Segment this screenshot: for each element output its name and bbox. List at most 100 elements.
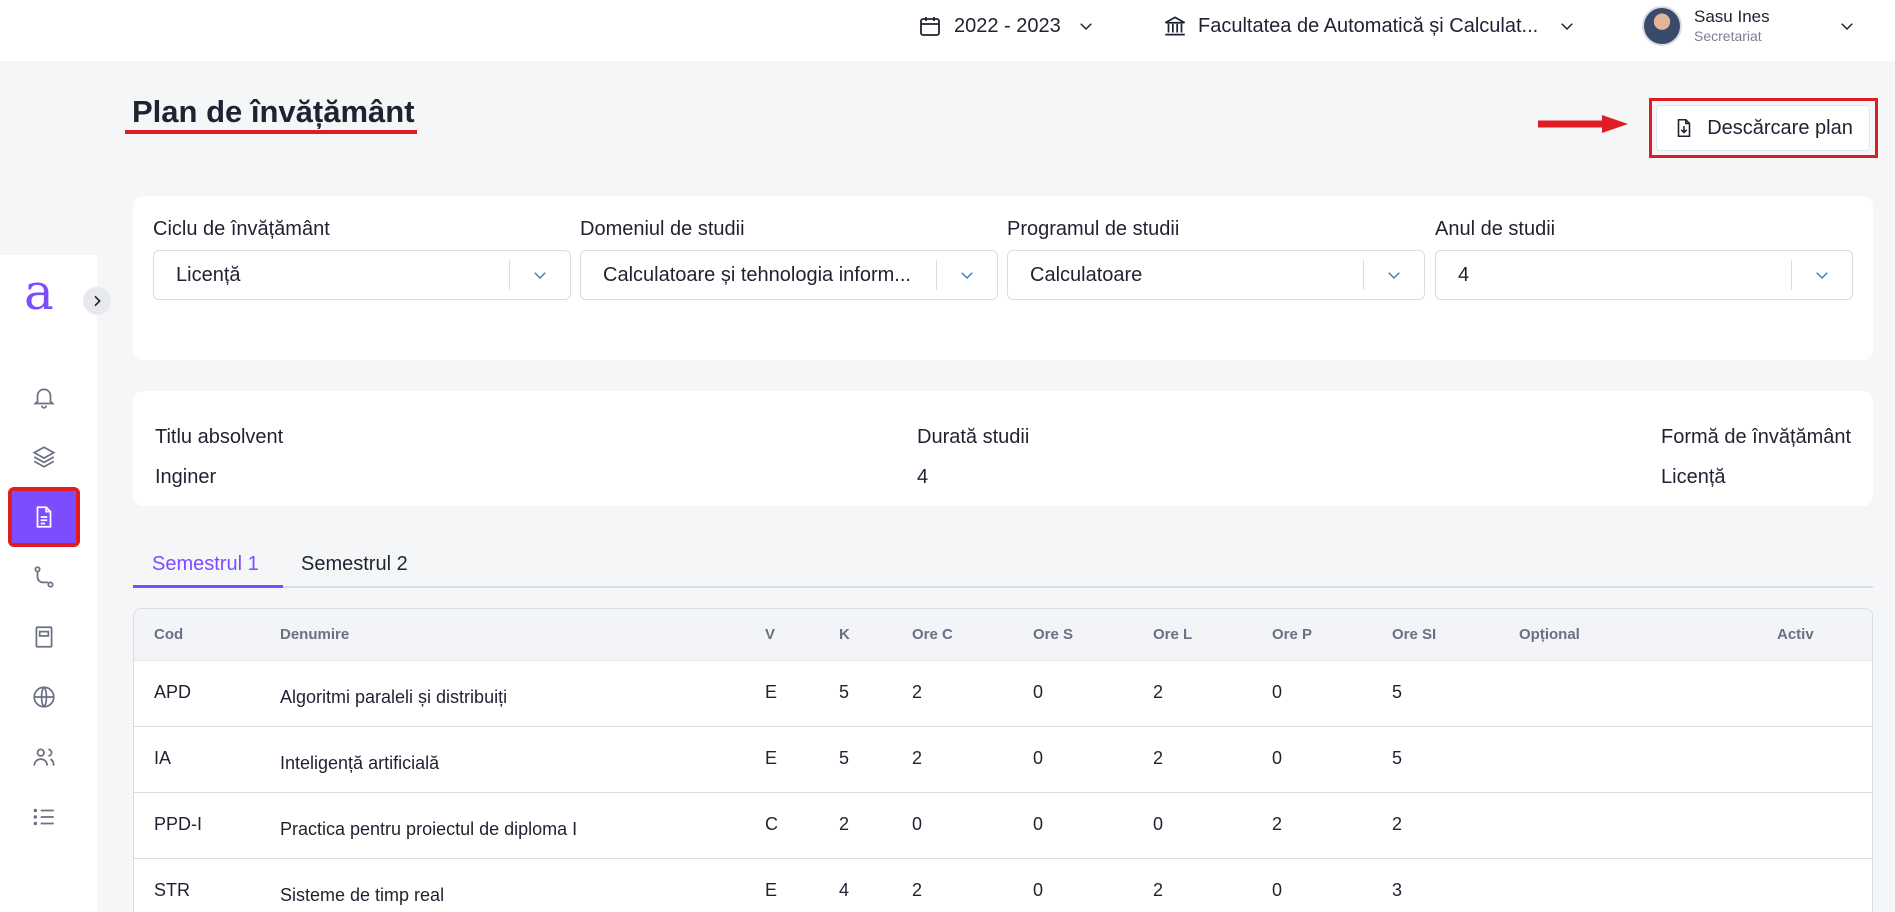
- cell-hours-seminar: 0: [1033, 814, 1044, 834]
- table-row[interactable]: IA Inteligență artificială E 5 2 0 2 0 5: [134, 727, 1872, 793]
- semester-tabs: Semestrul 1 Semestrul 2: [133, 540, 1873, 588]
- column-header[interactable]: Activ: [1777, 609, 1814, 661]
- cell-hours-project: 0: [1272, 682, 1283, 702]
- info-graduate-title: Titlu absolvent Inginer: [155, 417, 283, 497]
- chevron-down-icon: [1816, 272, 1828, 280]
- user-menu[interactable]: Sasu Ines Secretariat: [1642, 0, 1856, 52]
- cell-course-name: Practica pentru proiectul de diploma I: [280, 819, 578, 839]
- select-value: Calculatoare și tehnologia inform...: [603, 263, 911, 286]
- user-name: Sasu Ines: [1694, 7, 1770, 27]
- filter-label: Anul de studii: [1435, 218, 1556, 240]
- info-value: Licență: [1661, 466, 1726, 488]
- column-header[interactable]: Ore P: [1272, 609, 1312, 661]
- page-title: Plan de învățământ: [132, 94, 415, 129]
- chevron-right-icon: [94, 295, 101, 307]
- sidebar-item-study-plan[interactable]: [8, 487, 80, 547]
- cell-hours-course: 0: [912, 814, 923, 834]
- info-value: Inginer: [155, 466, 217, 488]
- file-download-icon: [1677, 118, 1691, 138]
- sidebar-item-notifications[interactable]: [12, 371, 76, 423]
- program-select[interactable]: Calculatoare: [1007, 250, 1425, 300]
- chevron-down-icon: [1388, 272, 1400, 280]
- column-header[interactable]: Opțional: [1519, 609, 1580, 661]
- column-header[interactable]: Cod: [154, 609, 183, 661]
- calendar-icon: [920, 17, 940, 36]
- academic-year-selector[interactable]: 2022 - 2023: [918, 0, 1095, 52]
- cell-hours-lab: 2: [1153, 748, 1164, 768]
- cell-evaluation: C: [765, 814, 778, 834]
- cell-hours-lab: 0: [1153, 814, 1164, 834]
- select-value: 4: [1458, 263, 1470, 286]
- column-header[interactable]: Ore L: [1153, 609, 1192, 661]
- cell-credits: 5: [839, 682, 850, 702]
- faculty-label: Facultatea de Automatică și Calculat...: [1198, 14, 1539, 37]
- layers-icon: [32, 446, 56, 468]
- download-plan-label: Descărcare plan: [1707, 116, 1853, 139]
- cell-evaluation: E: [765, 682, 778, 702]
- column-header[interactable]: V: [765, 609, 775, 661]
- top-bar: 2022 - 2023 Facultatea de Automatică și …: [0, 0, 1895, 61]
- column-header[interactable]: Ore S: [1033, 609, 1073, 661]
- column-header[interactable]: K: [839, 609, 850, 661]
- cell-hours-project: 0: [1272, 880, 1283, 900]
- select-value: Licență: [176, 263, 241, 286]
- faculty-selector[interactable]: Facultatea de Automatică și Calculat...: [1162, 0, 1576, 52]
- table-header: Cod Denumire V K Ore C Ore S Ore L Ore P…: [134, 609, 1872, 661]
- cell-course-name: Algoritmi paraleli și distribuiți: [280, 687, 508, 707]
- chevron-down-icon: [534, 272, 546, 280]
- table-row[interactable]: PPD-I Practica pentru proiectul de diplom…: [134, 793, 1872, 859]
- filter-label: Programul de studii: [1007, 218, 1180, 240]
- sidebar-collapse-button[interactable]: [83, 287, 111, 315]
- column-header[interactable]: Ore C: [912, 609, 953, 661]
- cell-credits: 5: [839, 748, 850, 768]
- tab-semester-1[interactable]: Semestrul 1: [152, 540, 259, 588]
- cell-course-code: PPD-I: [154, 814, 203, 834]
- sidebar-item-routes[interactable]: [12, 551, 76, 603]
- select-caret[interactable]: [937, 251, 997, 299]
- active-tab-indicator: [133, 585, 283, 588]
- chevron-down-icon: [1079, 23, 1092, 31]
- cell-hours-project: 0: [1272, 748, 1283, 768]
- sidebar-item-list[interactable]: [12, 791, 76, 843]
- filter-cycle: Ciclu de învățământ Licență: [153, 218, 571, 300]
- select-value: Calculatoare: [1030, 263, 1143, 286]
- annotation-arrow-icon: [1538, 115, 1628, 133]
- tab-semester-2[interactable]: Semestrul 2: [301, 540, 408, 588]
- info-label: Titlu absolvent: [155, 426, 284, 448]
- filters-card: Ciclu de învățământ Licență Domeniul de …: [133, 196, 1873, 360]
- download-plan-button[interactable]: Descărcare plan: [1656, 105, 1870, 151]
- cell-course-code: APD: [154, 682, 192, 702]
- cell-course-code: STR: [154, 880, 190, 900]
- domain-select[interactable]: Calculatoare și tehnologia inform...: [580, 250, 998, 300]
- bell-icon: [33, 388, 55, 409]
- chevron-down-icon: [961, 272, 973, 280]
- cycle-select[interactable]: Licență: [153, 250, 571, 300]
- select-caret[interactable]: [1792, 251, 1852, 299]
- cell-hours-course: 2: [912, 682, 923, 702]
- sidebar-item-users[interactable]: [12, 731, 76, 783]
- column-header[interactable]: Denumire: [280, 609, 349, 661]
- sidebar-item-layers[interactable]: [12, 431, 76, 483]
- program-info-card: Titlu absolvent Inginer Durată studii 4 …: [133, 391, 1873, 506]
- info-label: Formă de învățământ: [1661, 426, 1852, 448]
- select-caret[interactable]: [1364, 251, 1424, 299]
- filter-label: Ciclu de învățământ: [153, 218, 330, 240]
- year-select[interactable]: 4: [1435, 250, 1853, 300]
- sidebar-item-globe[interactable]: [12, 671, 76, 723]
- cell-course-name: Sisteme de timp real: [280, 885, 445, 905]
- column-header[interactable]: Ore SI: [1392, 609, 1436, 661]
- cell-hours-course: 2: [912, 748, 923, 768]
- table-row[interactable]: APD Algoritmi paraleli și distribuiți E 5 2 0…: [134, 661, 1872, 727]
- notebook-icon: [35, 626, 53, 648]
- cell-hours-project: 2: [1272, 814, 1283, 834]
- cell-hours-seminar: 0: [1033, 748, 1044, 768]
- info-study-form: Formă de învățământ Licență: [1661, 417, 1851, 497]
- cell-evaluation: E: [765, 880, 778, 900]
- chevron-down-icon: [1561, 23, 1573, 31]
- globe-icon: [33, 686, 55, 708]
- sidebar-item-notebook[interactable]: [12, 611, 76, 663]
- info-duration: Durată studii 4: [917, 417, 1029, 497]
- cell-hours-course: 2: [912, 880, 923, 900]
- table-row[interactable]: STR Sisteme de timp real E 4 2 0 2 0 3: [134, 859, 1872, 912]
- select-caret[interactable]: [510, 251, 570, 299]
